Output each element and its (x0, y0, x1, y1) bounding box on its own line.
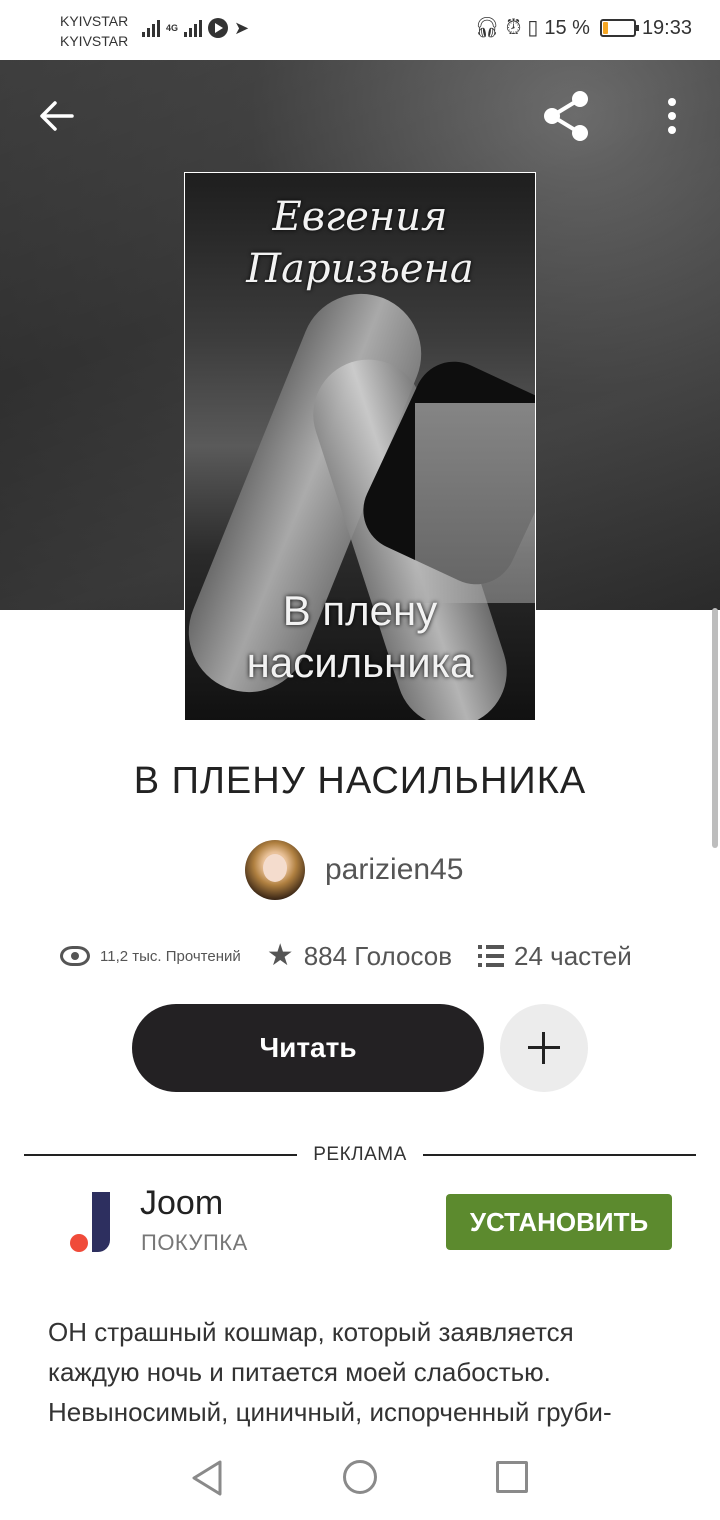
book-stats: 11,2 тыс. Прочтений ★ 884 Голосов 24 час… (60, 936, 680, 976)
battery-icon (599, 19, 639, 37)
status-bar: KYIVSTAR KYIVSTAR 4G ➤ 🎧︎ ⏰︎ ▯ 15 % 19:3… (0, 0, 720, 60)
star-icon: ★ (266, 939, 294, 972)
plus-icon (528, 1032, 560, 1064)
stat-parts-label[interactable]: 24 частей (514, 941, 632, 972)
headphones-icon: 🎧︎ (474, 17, 500, 39)
add-to-library-button[interactable] (500, 1004, 588, 1092)
cover-author: Евгения Паризьена (185, 191, 535, 295)
list-icon (478, 945, 505, 967)
navigation-bar (0, 1440, 720, 1520)
carrier-2: KYIVSTAR (60, 33, 129, 49)
signal-4g-bars-icon (184, 19, 202, 37)
clock: 19:33 (641, 16, 692, 39)
description-line-2: каждую ночь и питается моей слабостью. (48, 1357, 551, 1387)
joom-logo-icon[interactable] (64, 1188, 120, 1258)
author-name[interactable]: parizien45 (325, 853, 463, 887)
signal-4g-icon: 4G (166, 22, 179, 33)
eye-icon (60, 946, 90, 966)
ad-divider: РЕКЛАМА (24, 1142, 696, 1168)
scrollbar[interactable] (712, 608, 718, 848)
book-description[interactable]: ОН страшный кошмар, который заявляется к… (48, 1312, 678, 1432)
nav-recent-icon[interactable] (496, 1461, 528, 1493)
cover-title: В плену насильника (185, 585, 535, 689)
stat-votes: ★ 884 Голосов (267, 941, 452, 972)
cover-title-line-2: насильника (246, 639, 474, 686)
nav-home-icon[interactable] (343, 1460, 377, 1494)
carrier-1: KYIVSTAR (60, 13, 129, 29)
stat-parts[interactable]: 24 частей (478, 941, 632, 972)
share-icon[interactable] (540, 88, 596, 144)
back-button[interactable] (32, 92, 80, 140)
telegram-icon: ➤ (234, 18, 250, 38)
ad-app-category: ПОКУПКА (141, 1230, 248, 1255)
cover-title-line-1: В плену (282, 587, 438, 634)
alarm-icon: ⏰︎ (505, 17, 522, 39)
signal-icon (142, 19, 160, 37)
read-button[interactable]: Читать (132, 1004, 484, 1092)
stat-views: 11,2 тыс. Прочтений (60, 946, 241, 966)
more-vertical-icon[interactable] (652, 92, 692, 140)
status-icons-right: 🎧︎ ⏰︎ ▯ 15 % 19:33 (474, 16, 692, 40)
book-title: В ПЛЕНУ НАСИЛЬНИКА (133, 760, 587, 802)
battery-fill (602, 22, 608, 34)
play-icon (208, 18, 228, 38)
battery-percent: 15 % (544, 16, 590, 39)
cover-author-line-1: Евгения (272, 194, 448, 240)
description-line-1: ОН страшный кошмар, который заявляется (48, 1317, 574, 1347)
status-icons-left: 4G ➤ (142, 18, 249, 38)
carrier-labels: KYIVSTAR KYIVSTAR (60, 11, 128, 51)
author-link[interactable]: parizien45 (245, 840, 463, 900)
install-button[interactable]: УСТАНОВИТЬ (446, 1194, 672, 1250)
vibrate-icon: ▯ (527, 17, 539, 39)
ad-app-name[interactable]: Joom (140, 1184, 223, 1223)
stat-votes-label: 884 Голосов (303, 940, 453, 971)
description-line-3: Невыносимый, циничный, испорченный груби… (48, 1397, 612, 1427)
arrow-left-icon (40, 101, 74, 131)
avatar[interactable] (245, 840, 305, 900)
book-cover[interactable]: Евгения Паризьена В плену насильника (184, 172, 536, 721)
cover-author-line-2: Паризьена (246, 246, 474, 292)
nav-back-icon[interactable] (190, 1458, 224, 1498)
stat-views-label: 11,2 тыс. Прочтений (100, 947, 241, 965)
ad-label: РЕКЛАМА (313, 1144, 407, 1165)
